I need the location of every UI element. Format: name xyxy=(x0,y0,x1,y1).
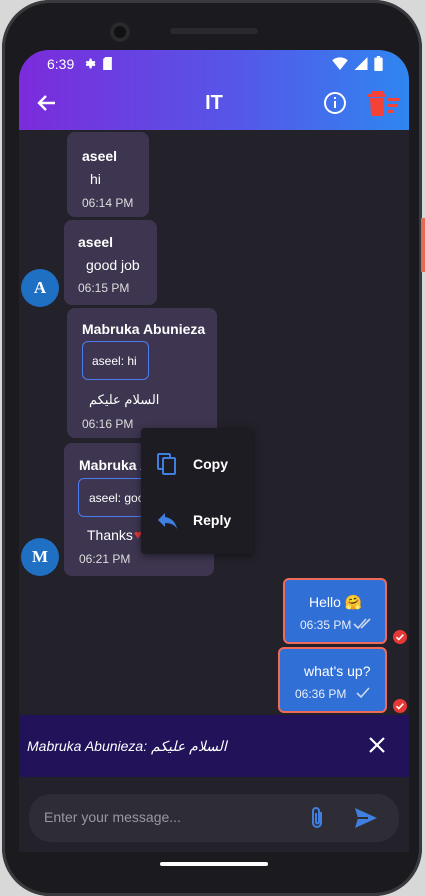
phone-frame: 6:39 IT aseel hi 06:14 PM aseel good job… xyxy=(2,0,422,896)
copy-icon xyxy=(157,453,176,475)
message-time: 06:35 PM xyxy=(300,618,352,632)
message-context-menu: Copy Reply xyxy=(141,428,253,554)
message-time: 06:21 PM xyxy=(79,552,131,566)
message-time: 06:15 PM xyxy=(78,281,130,295)
message-bubble[interactable]: aseel good job 06:15 PM xyxy=(64,220,157,305)
check-icon xyxy=(356,687,370,699)
app-screen: 6:39 IT aseel hi 06:14 PM aseel good job… xyxy=(19,50,409,852)
sender-name: aseel xyxy=(82,148,118,164)
my-message-bubble[interactable]: what's up? 06:36 PM xyxy=(278,647,387,713)
close-icon[interactable] xyxy=(367,735,387,755)
avatar[interactable]: A xyxy=(21,269,59,307)
message-text: good job xyxy=(86,257,140,273)
reply-preview-bar: Mabruka Abunieza: السلام عليكم xyxy=(19,715,409,777)
message-input[interactable]: Enter your message... xyxy=(44,809,181,825)
chat-title: IT xyxy=(205,92,223,114)
sent-status-icon xyxy=(393,630,407,644)
status-bar: 6:39 xyxy=(19,50,409,78)
delete-sweep-icon[interactable] xyxy=(367,89,401,117)
message-composer[interactable]: Enter your message... xyxy=(29,794,399,842)
quoted-text: aseel: goo xyxy=(89,491,145,505)
attach-icon[interactable] xyxy=(307,806,329,830)
message-text: السلام عليكم xyxy=(89,392,160,407)
home-indicator[interactable] xyxy=(160,862,268,866)
reply-preview-text: Mabruka Abunieza: السلام عليكم xyxy=(27,738,227,754)
reply-menu-item[interactable]: Reply xyxy=(141,492,253,548)
double-check-icon xyxy=(353,618,371,630)
message-bubble[interactable]: aseel hi 06:14 PM xyxy=(67,132,149,217)
message-time: 06:14 PM xyxy=(82,196,134,210)
message-text: Thanks xyxy=(87,527,133,543)
sender-name: aseel xyxy=(78,234,114,250)
battery-icon xyxy=(374,56,383,71)
sd-card-icon xyxy=(103,57,112,70)
message-bubble[interactable]: Mabruka Abunieza aseel: hi السلام عليكم … xyxy=(67,308,217,438)
message-time: 06:36 PM xyxy=(295,687,347,701)
sender-name: Mabruka A xyxy=(79,457,151,473)
front-camera xyxy=(110,22,130,42)
sender-name: Mabruka Abunieza xyxy=(82,321,206,337)
signal-icon xyxy=(354,57,368,70)
speaker-grille xyxy=(170,28,258,34)
message-text: Hello 🤗 xyxy=(309,594,363,610)
quoted-message[interactable]: aseel: hi xyxy=(82,341,149,380)
sent-status-icon xyxy=(393,699,407,713)
reply-icon xyxy=(158,513,177,529)
reply-label: Reply xyxy=(193,512,232,528)
app-bar: IT xyxy=(19,78,409,130)
settings-gear-icon xyxy=(85,58,96,69)
quoted-text: aseel: hi xyxy=(92,354,137,368)
top-bar: 6:39 IT xyxy=(19,50,409,130)
message-text: what's up? xyxy=(304,663,371,679)
wifi-icon xyxy=(332,57,348,70)
edge-tab xyxy=(421,218,425,272)
send-icon[interactable] xyxy=(353,806,379,830)
message-text: hi xyxy=(90,171,101,187)
copy-menu-item[interactable]: Copy xyxy=(141,436,253,492)
my-message-bubble[interactable]: Hello 🤗 06:35 PM xyxy=(283,578,387,644)
status-time: 6:39 xyxy=(47,56,75,72)
message-list[interactable]: aseel hi 06:14 PM aseel good job 06:15 P… xyxy=(19,130,409,715)
avatar[interactable]: M xyxy=(21,538,59,576)
message-time: 06:16 PM xyxy=(82,417,134,431)
info-icon[interactable] xyxy=(323,91,347,115)
copy-label: Copy xyxy=(193,456,228,472)
